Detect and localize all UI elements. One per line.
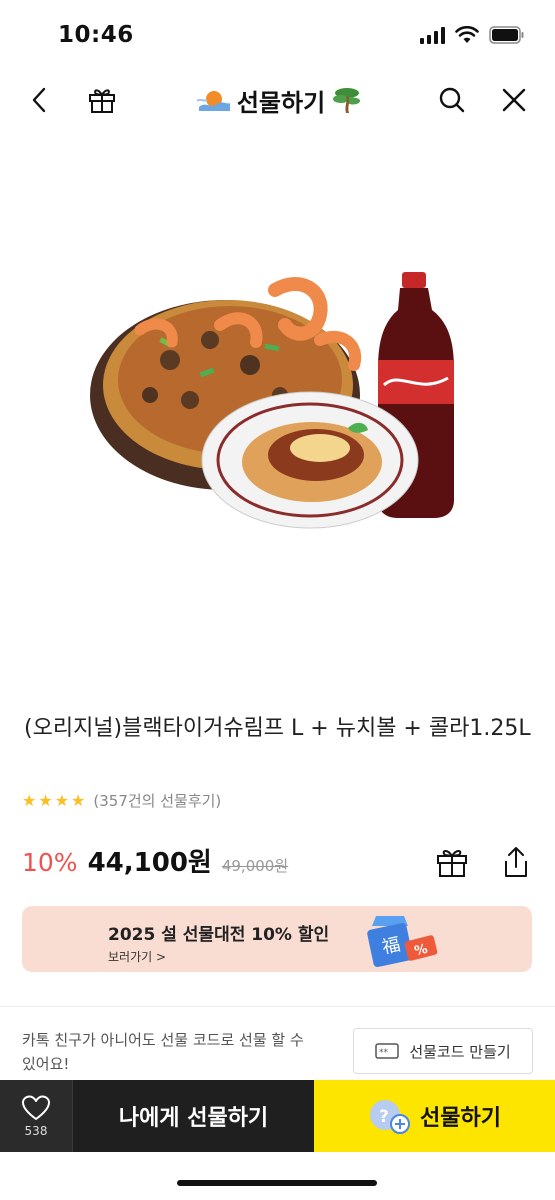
status-bar: 10:46 bbox=[0, 0, 555, 70]
promo-banner[interactable]: 2025 설 선물대전 10% 할인 보러가기 > 福 % bbox=[22, 906, 532, 972]
share-icon bbox=[505, 847, 527, 877]
close-icon bbox=[502, 88, 526, 112]
chevron-left-icon bbox=[32, 87, 46, 113]
like-button[interactable]: 538 bbox=[0, 1080, 72, 1152]
gift-code-description: 카톡 친구가 아니어도 선물 코드로 선물 할 수 있어요! bbox=[22, 1031, 304, 1073]
sunrise-logo-icon bbox=[196, 91, 230, 111]
status-time: 10:46 bbox=[58, 22, 134, 48]
lucky-bag-icon: 福 % bbox=[367, 916, 438, 967]
promo-link[interactable]: 보러가기 > bbox=[108, 948, 166, 965]
friend-gift-icon: ? bbox=[370, 1100, 411, 1134]
svg-text:?: ? bbox=[379, 1107, 389, 1127]
gift-code-button-label: 선물코드 만들기 bbox=[409, 1042, 511, 1061]
heart-icon bbox=[22, 1095, 50, 1120]
gift-icon bbox=[437, 850, 467, 877]
like-count: 538 bbox=[24, 1124, 48, 1138]
star-icon: ★ bbox=[71, 791, 86, 810]
gift-to-self-button[interactable]: 나에게 선물하기 bbox=[72, 1080, 314, 1152]
cellular-signal-icon bbox=[420, 26, 445, 44]
product-title: (오리지널)블랙타이거슈림프 L + 뉴치볼 + 콜라1.25L bbox=[24, 716, 531, 741]
product-image bbox=[90, 272, 454, 529]
review-count[interactable]: (357건의 선물후기) bbox=[93, 790, 221, 811]
discount-rate: 10% bbox=[22, 848, 78, 877]
star-icon: ★ bbox=[38, 791, 53, 810]
gift-icon bbox=[89, 89, 115, 113]
close-button[interactable] bbox=[492, 78, 536, 122]
back-button[interactable] bbox=[18, 78, 62, 122]
code-card-icon: ** bbox=[375, 1043, 400, 1059]
search-button[interactable] bbox=[430, 78, 474, 122]
star-icon: ★ bbox=[54, 791, 70, 810]
create-gift-code-button[interactable]: ** 선물코드 만들기 bbox=[353, 1028, 533, 1074]
sale-price: 44,100원 bbox=[87, 848, 212, 878]
pine-tree-icon bbox=[333, 88, 361, 113]
rating[interactable]: ★ ★ ★ ★ (357건의 선물후기) bbox=[22, 790, 221, 811]
share-button[interactable] bbox=[496, 842, 536, 882]
status-icons bbox=[420, 26, 525, 44]
home-indicator bbox=[177, 1180, 377, 1186]
search-icon bbox=[439, 87, 465, 113]
original-price: 49,000원 bbox=[221, 857, 289, 875]
wifi-icon bbox=[455, 26, 479, 43]
star-icon: ★ bbox=[22, 791, 37, 810]
gift-wrap-button[interactable] bbox=[432, 842, 472, 882]
price-row: 10% 44,100원 49,000원 bbox=[22, 842, 288, 879]
promo-title: 2025 설 선물대전 10% 할인 bbox=[108, 925, 330, 945]
app-header: 선물하기 bbox=[0, 70, 555, 130]
send-gift-button[interactable]: ? 선물하기 bbox=[314, 1080, 555, 1152]
send-gift-label: 선물하기 bbox=[420, 1106, 501, 1131]
battery-icon bbox=[489, 26, 524, 44]
section-divider bbox=[0, 1006, 555, 1007]
gift-box-button[interactable] bbox=[80, 78, 124, 122]
svg-text:**: ** bbox=[379, 1048, 389, 1058]
bottom-action-bar: 538 나에게 선물하기 ? 선물하기 bbox=[0, 1080, 555, 1152]
title-text: 선물하기 bbox=[236, 88, 326, 117]
page-title: 선물하기 bbox=[190, 80, 370, 120]
